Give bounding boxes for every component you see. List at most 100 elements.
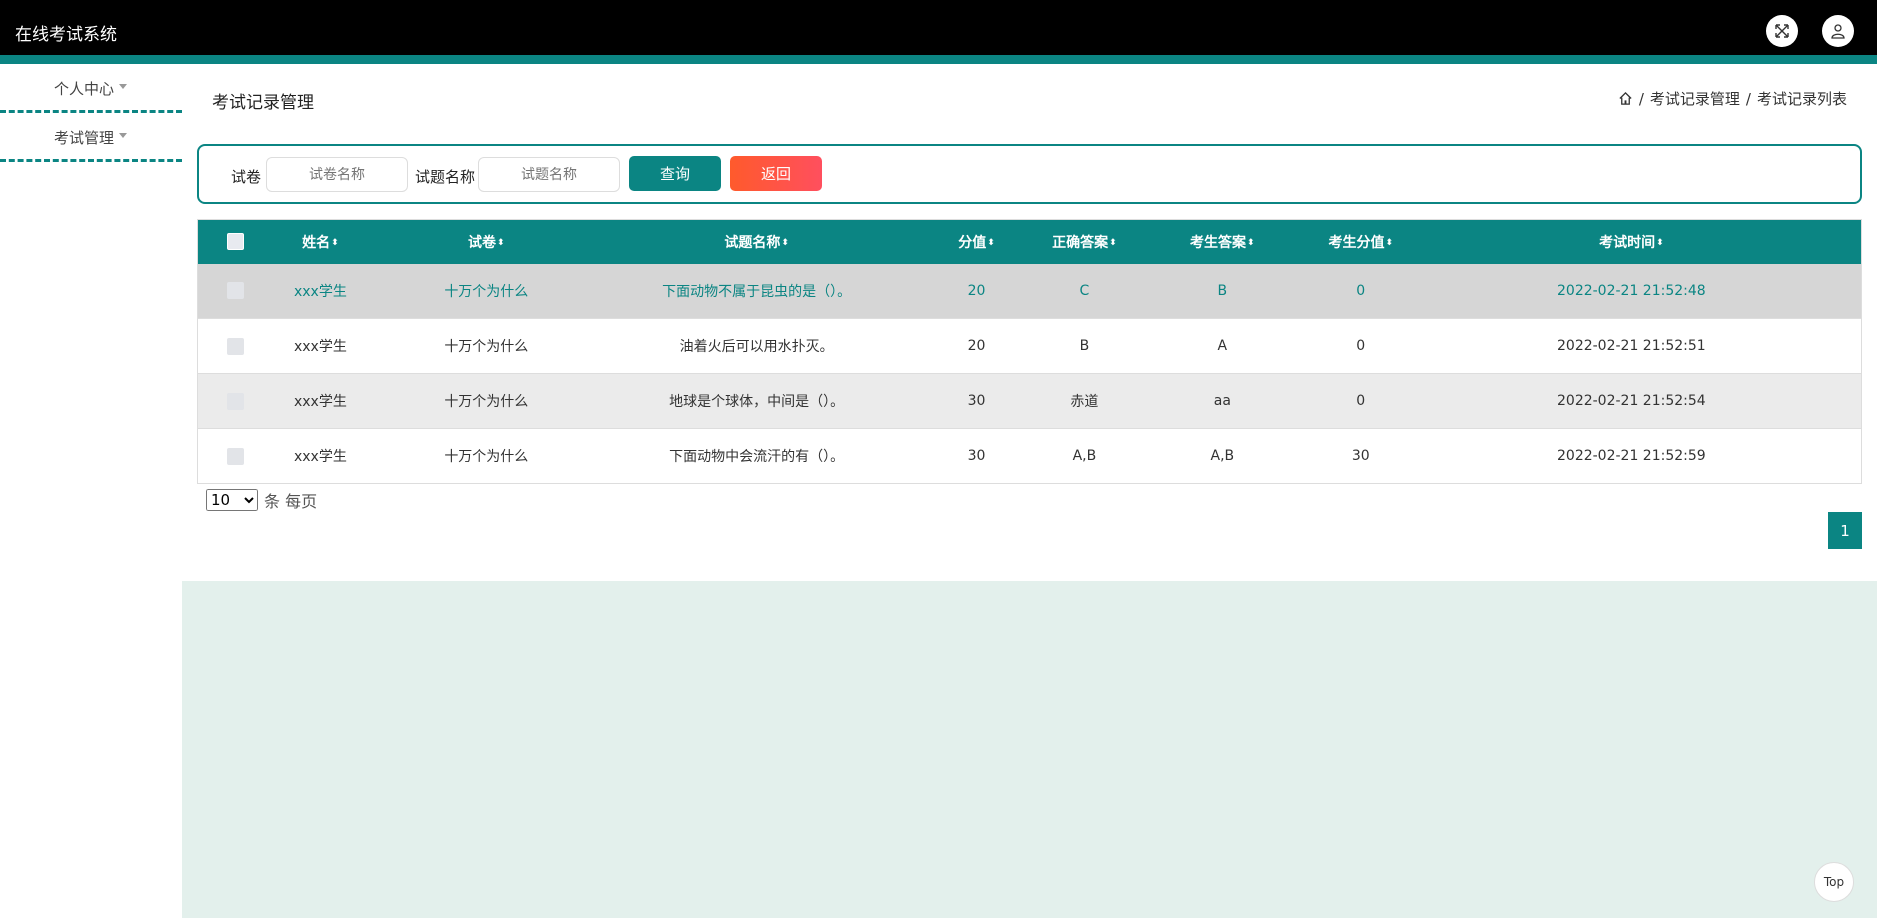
cell-student-score: 0 (1319, 263, 1402, 319)
sort-icon: ⬍ (1247, 237, 1255, 248)
breadcrumb: / 考试记录管理 / 考试记录列表 (1618, 88, 1847, 109)
cell-name: xxx学生 (272, 263, 369, 319)
table-row[interactable]: xxx学生 十万个为什么 下面动物中会流汗的有（）。 30 A,B A,B 30… (197, 428, 1862, 484)
question-name-input[interactable] (478, 157, 620, 192)
cell-student-answer: B (1124, 263, 1320, 319)
cell-question: 地球是个球体，中间是（）。 (604, 373, 910, 429)
cell-student-answer: A (1124, 318, 1320, 374)
cell-exam-time: 2022-02-21 21:52:54 (1401, 373, 1862, 429)
cell-correct-answer: A,B (1043, 428, 1125, 484)
exam-records-table: 姓名⬍ 试卷⬍ 试题名称⬍ 分值⬍ 正确答案⬍ 考生答案⬍ 考生分值⬍ 考试时间… (197, 219, 1862, 484)
cell-student-score: 0 (1319, 318, 1402, 374)
back-button[interactable]: 返回 (730, 156, 822, 191)
column-label: 试卷 (468, 234, 497, 251)
column-label: 试题名称 (724, 234, 781, 251)
paper-name-input[interactable] (266, 157, 408, 192)
search-form: 试卷 试题名称 查询 返回 (197, 144, 1862, 204)
main-content: 考试记录管理 / 考试记录管理 / 考试记录列表 试卷 试题名称 查询 返回 姓… (182, 64, 1877, 918)
cell-question: 油着火后可以用水扑灭。 (604, 318, 910, 374)
page-size-control: 10 条 每页 (206, 488, 317, 512)
sidebar: 个人中心 考试管理 (0, 64, 182, 918)
user-button[interactable] (1822, 15, 1854, 47)
row-select-cell (197, 318, 273, 374)
column-header-paper[interactable]: 试卷⬍ (368, 219, 605, 264)
sidebar-item-exam-management[interactable]: 考试管理 (0, 113, 182, 162)
breadcrumb-item: 考试记录列表 (1756, 90, 1847, 108)
row-checkbox[interactable] (226, 447, 244, 465)
column-label: 正确答案 (1052, 234, 1109, 251)
pagination-page-1[interactable]: 1 (1828, 512, 1862, 549)
page-title: 考试记录管理 (212, 93, 314, 113)
header-accent-stripe (0, 55, 1877, 64)
column-header-correct-answer[interactable]: 正确答案⬍ (1043, 219, 1125, 264)
cell-question: 下面动物中会流汗的有（）。 (604, 428, 910, 484)
row-select-cell (197, 263, 273, 319)
row-select-cell (197, 373, 273, 429)
home-icon[interactable] (1618, 91, 1633, 106)
page-size-suffix: 条 每页 (264, 492, 318, 511)
row-checkbox[interactable] (226, 282, 244, 300)
sort-icon: ⬍ (987, 237, 995, 248)
column-label: 考生答案 (1190, 234, 1247, 251)
top-bar: 在线考试系统 (0, 0, 1877, 55)
column-header-question[interactable]: 试题名称⬍ (604, 219, 910, 264)
select-all-checkbox[interactable] (226, 233, 244, 251)
fullscreen-button[interactable] (1766, 15, 1798, 47)
cell-paper: 十万个为什么 (368, 428, 605, 484)
row-checkbox[interactable] (226, 392, 244, 410)
sort-icon: ⬍ (1109, 237, 1117, 248)
cell-question: 下面动物不属于昆虫的是（）。 (604, 263, 910, 319)
cell-correct-answer: B (1043, 318, 1125, 374)
cell-student-score: 30 (1319, 428, 1402, 484)
sort-icon: ⬍ (1656, 237, 1664, 248)
breadcrumb-separator: / (1745, 89, 1751, 108)
sidebar-item-personal-center[interactable]: 个人中心 (0, 64, 182, 113)
cell-score: 20 (909, 263, 1044, 319)
breadcrumb-item[interactable]: 考试记录管理 (1650, 88, 1740, 109)
column-header-name[interactable]: 姓名⬍ (272, 219, 369, 264)
page-size-select[interactable]: 10 (206, 489, 258, 511)
cell-name: xxx学生 (272, 373, 369, 429)
user-icon (1831, 24, 1845, 39)
chevron-down-icon (119, 133, 127, 138)
cell-score: 20 (909, 318, 1044, 374)
query-button[interactable]: 查询 (629, 156, 721, 191)
row-checkbox[interactable] (226, 337, 244, 355)
question-label: 试题名称 (415, 168, 476, 186)
column-header-student-answer[interactable]: 考生答案⬍ (1124, 219, 1320, 264)
cell-student-answer: A,B (1124, 428, 1320, 484)
paper-label: 试卷 (231, 168, 262, 186)
cell-correct-answer: 赤道 (1043, 373, 1125, 429)
cell-exam-time: 2022-02-21 21:52:51 (1401, 318, 1862, 374)
column-header-exam-time[interactable]: 考试时间⬍ (1401, 219, 1862, 264)
sort-icon: ⬍ (497, 237, 505, 248)
table-row[interactable]: xxx学生 十万个为什么 油着火后可以用水扑灭。 20 B A 0 2022-0… (197, 318, 1862, 374)
sort-icon: ⬍ (1385, 237, 1394, 248)
table-row[interactable]: xxx学生 十万个为什么 地球是个球体，中间是（）。 30 赤道 aa 0 20… (197, 373, 1862, 429)
cell-student-answer: aa (1124, 373, 1320, 429)
cell-name: xxx学生 (272, 318, 369, 374)
chevron-down-icon (119, 84, 127, 89)
column-label: 姓名 (302, 234, 331, 251)
cell-exam-time: 2022-02-21 21:52:59 (1401, 428, 1862, 484)
cell-paper: 十万个为什么 (368, 263, 605, 319)
cell-paper: 十万个为什么 (368, 318, 605, 374)
sort-icon: ⬍ (331, 237, 339, 248)
cell-correct-answer: C (1043, 263, 1125, 319)
cell-score: 30 (909, 373, 1044, 429)
app-title: 在线考试系统 (15, 25, 117, 45)
select-all-cell (197, 219, 273, 264)
column-header-score[interactable]: 分值⬍ (909, 219, 1044, 264)
sort-icon: ⬍ (781, 237, 789, 248)
column-label: 考生分值 (1328, 234, 1385, 251)
table-row[interactable]: xxx学生 十万个为什么 下面动物不属于昆虫的是（）。 20 C B 0 202… (197, 263, 1862, 319)
cell-score: 30 (909, 428, 1044, 484)
content-footer-area (182, 581, 1877, 918)
sidebar-item-label: 考试管理 (54, 129, 115, 147)
cell-name: xxx学生 (272, 428, 369, 484)
cell-exam-time: 2022-02-21 21:52:48 (1401, 263, 1862, 319)
back-to-top-button[interactable]: Top (1814, 862, 1854, 902)
column-label: 分值 (958, 234, 987, 251)
column-header-student-score[interactable]: 考生分值⬍ (1319, 219, 1402, 264)
table-header-row: 姓名⬍ 试卷⬍ 试题名称⬍ 分值⬍ 正确答案⬍ 考生答案⬍ 考生分值⬍ 考试时间… (197, 219, 1862, 264)
